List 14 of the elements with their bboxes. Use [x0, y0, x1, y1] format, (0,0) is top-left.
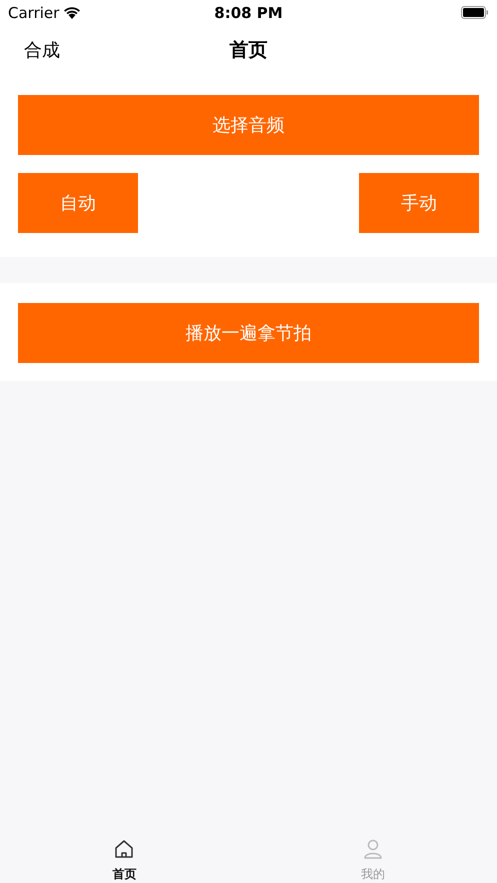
select-audio-button[interactable]: 选择音频 — [18, 95, 479, 155]
wifi-icon — [63, 6, 82, 19]
person-icon — [362, 838, 384, 860]
carrier-label: Carrier — [8, 4, 60, 22]
play-beat-button[interactable]: 播放一遍拿节拍 — [18, 303, 479, 363]
page-title: 首页 — [230, 38, 268, 63]
compose-link[interactable]: 合成 — [24, 38, 60, 62]
status-time: 8:08 PM — [214, 4, 283, 22]
auto-button[interactable]: 自动 — [18, 173, 138, 233]
tab-item[interactable]: 首页 — [0, 830, 248, 883]
home-icon — [113, 838, 136, 860]
tab-item[interactable]: 我的 — [248, 830, 497, 883]
battery-icon — [461, 6, 489, 19]
manual-button[interactable]: 手动 — [359, 173, 479, 233]
